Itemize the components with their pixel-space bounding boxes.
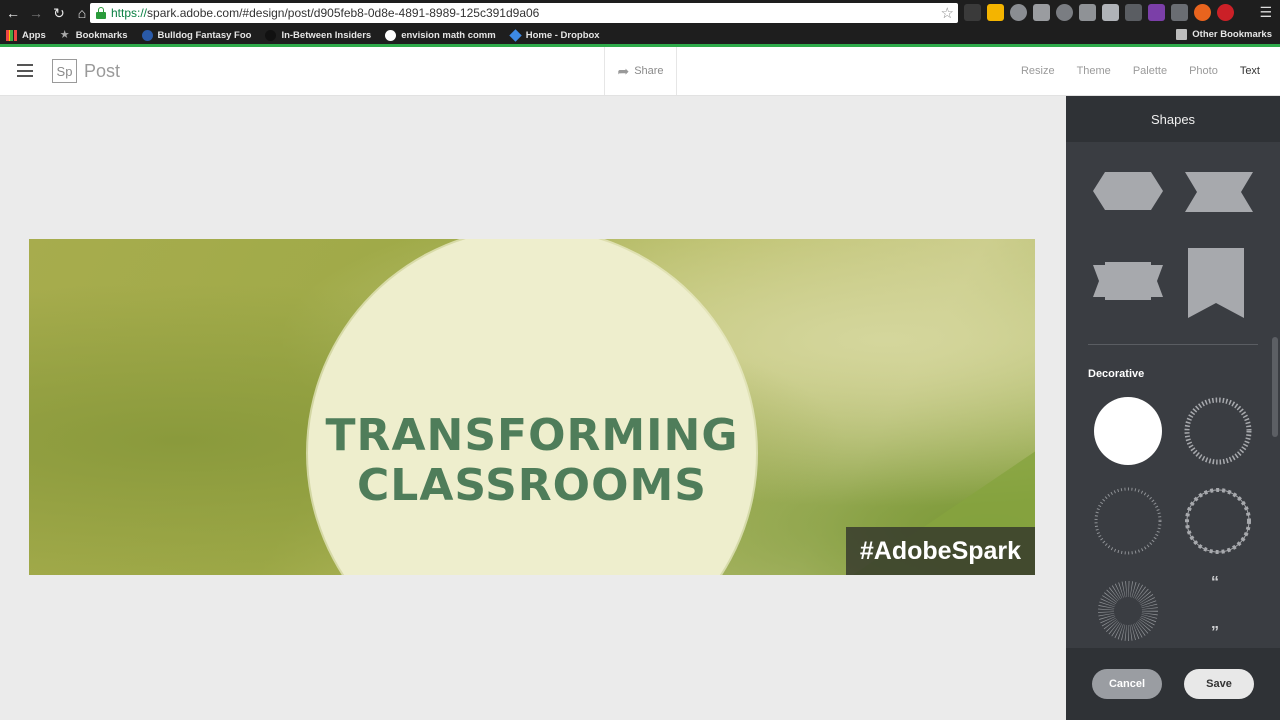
bookmark-envision[interactable]: envision math comm [385,29,496,41]
solid-circle-shape[interactable] [1093,396,1163,466]
star-icon: ★ [59,28,70,41]
tab-text[interactable]: Text [1240,65,1260,77]
menu-icon[interactable] [17,64,33,77]
buffer-extension-icon[interactable] [964,4,981,21]
bookmarks-bar: Apps ★ Bookmarks Bulldog Fantasy Foo In-B… [0,26,1280,44]
sunburst-shape[interactable] [1093,576,1163,646]
circle-shape[interactable] [308,239,756,575]
bookmark-shape[interactable] [1188,248,1244,318]
save-button[interactable]: Save [1184,669,1254,699]
site-icon [141,29,153,41]
chrome-menu-icon[interactable]: ☰ [1259,4,1272,21]
page-title: Post [84,61,121,81]
ribbon-banner-shape[interactable] [1093,262,1163,300]
share-button[interactable]: ➦ Share [604,47,677,95]
headline-line-2: CLASSROOMS [357,460,707,511]
classroom-extension-icon[interactable] [987,4,1004,21]
share-icon: ➦ [617,62,630,79]
post-design[interactable]: TRANSFORMING CLASSROOMS #AdobeSpark [29,239,1035,575]
other-bookmarks[interactable]: Other Bookmarks [1176,29,1272,40]
headline-line-1: TRANSFORMING [325,410,739,461]
link-extension-icon[interactable] [1056,4,1073,21]
browser-toolbar: ← → ↻ ⌂ https://spark.adobe.com/#design/… [0,0,1280,26]
bookmark-apps[interactable]: Apps [6,29,46,41]
tab-palette[interactable]: Palette [1133,65,1167,77]
url-scheme: https:// [111,6,148,20]
design-canvas: TRANSFORMING CLASSROOMS #AdobeSpark [0,96,1066,720]
cast-extension-icon[interactable] [1171,4,1188,21]
bowtie-banner-shape[interactable] [1185,172,1253,212]
bookmark-bulldog[interactable]: Bulldog Fantasy Foo [141,29,251,41]
app-header: Sp Post ➦ Share Resize Theme Palette Phot… [0,47,1280,96]
dropbox-icon [508,28,522,42]
bookmark-in-between[interactable]: In-Between Insiders [265,29,371,41]
panel-title: Shapes [1066,96,1280,142]
shapes-list[interactable]: Decorative “ ” [1066,142,1280,648]
address-bar[interactable]: https://spark.adobe.com/#design/post/d90… [90,3,958,23]
panel-footer: Cancel Save [1066,648,1280,720]
shapes-panel: Shapes Decorative “ ” Cancel Save [1066,96,1280,720]
cancel-button[interactable]: Cancel [1092,669,1162,699]
forward-icon[interactable]: → [26,3,46,23]
skype-extension-icon[interactable] [1010,4,1027,21]
headline-text[interactable]: TRANSFORMING CLASSROOMS [308,411,756,511]
panel-scrollbar[interactable] [1272,337,1278,437]
home-icon[interactable]: ⌂ [72,3,92,23]
tab-photo[interactable]: Photo [1189,65,1218,77]
url-path: spark.adobe.com/#design/post/d905feb8-0d… [147,6,540,20]
screencast-extension-icon[interactable] [1033,4,1050,21]
hexagon-shape[interactable] [1093,172,1163,210]
section-divider [1088,344,1258,345]
pinterest-extension-icon[interactable] [1217,4,1234,21]
open-quote-shape[interactable]: “ [1211,574,1219,592]
thin-dotted-ring-shape[interactable] [1093,486,1163,556]
laurel-wreath-shape[interactable] [1183,486,1253,556]
tab-theme[interactable]: Theme [1077,65,1111,77]
docs-extension-icon[interactable] [1102,4,1119,21]
google-icon [385,29,397,41]
pen-extension-icon[interactable] [1125,4,1142,21]
back-icon[interactable]: ← [3,3,23,23]
bookmark-dropbox[interactable]: Home - Dropbox [508,28,600,42]
top-tabs: Resize Theme Palette Photo Text [1021,65,1260,77]
bookmark-star-icon[interactable]: ☆ [941,4,954,22]
folder-icon [1176,29,1188,40]
alert-extension-icon[interactable] [1194,4,1211,21]
onenote-extension-icon[interactable] [1148,4,1165,21]
note-extension-icon[interactable] [1079,4,1096,21]
hashtag-badge: #AdobeSpark [846,527,1035,575]
reload-icon[interactable]: ↻ [49,3,69,23]
extension-icons [964,4,1234,21]
spark-logo[interactable]: Sp [52,59,77,83]
bookmark-bookmarks[interactable]: ★ Bookmarks [59,28,128,41]
close-quote-shape[interactable]: ” [1211,624,1219,642]
tab-resize[interactable]: Resize [1021,65,1055,77]
dotted-ring-shape[interactable] [1183,396,1253,466]
apps-grid-icon [6,29,17,41]
section-title-decorative: Decorative [1088,368,1145,380]
lock-icon [96,7,106,19]
site-icon [265,29,277,41]
